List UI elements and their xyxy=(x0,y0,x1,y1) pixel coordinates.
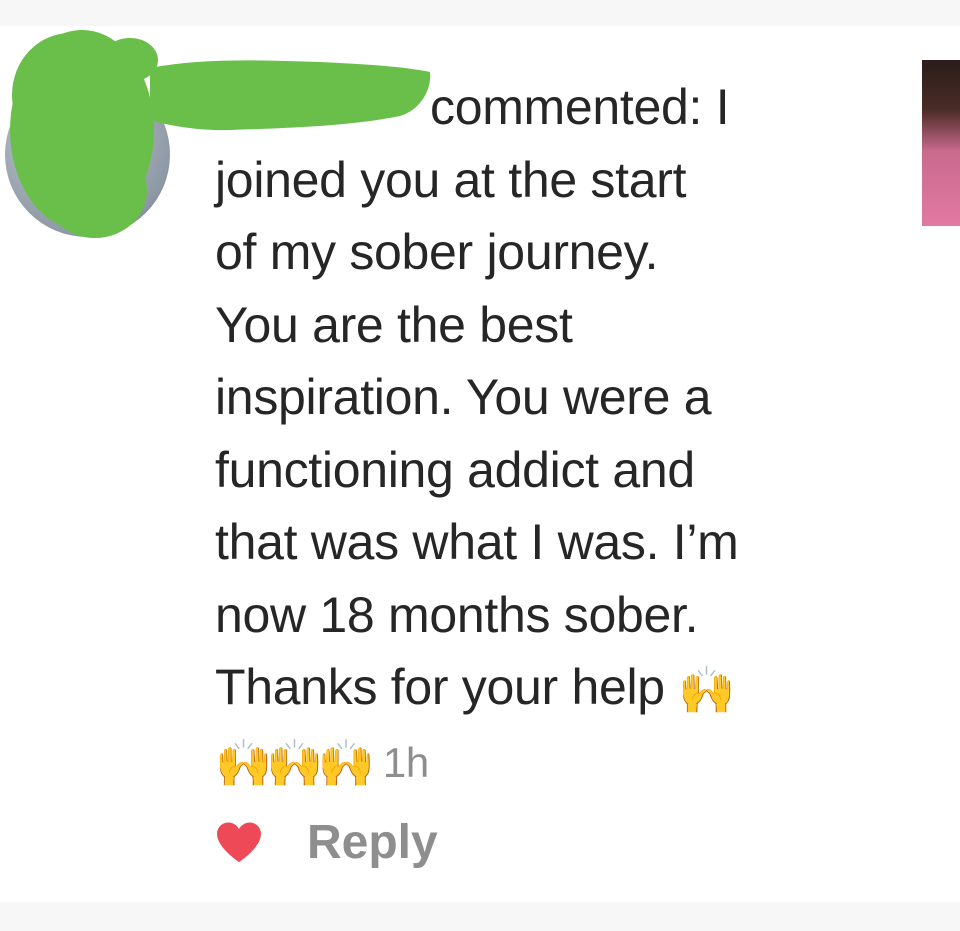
comment-line: now 18 months sober. xyxy=(215,586,699,643)
redaction-scribble xyxy=(10,30,431,238)
comment-actions: Reply xyxy=(215,812,438,872)
timestamp: 1h xyxy=(382,738,429,786)
comment-line: that was what I was. I’m xyxy=(215,514,739,570)
comment-line: functioning addict and xyxy=(215,441,695,498)
raising-hands-emoji-group: 🙌🙌🙌 xyxy=(215,735,375,790)
post-thumbnail[interactable] xyxy=(922,60,960,226)
heart-icon[interactable] xyxy=(215,818,263,866)
comment-line-last: Thanks for your help 🙌 xyxy=(215,651,895,724)
comment-line: You are the best xyxy=(215,296,573,353)
comment-line: inspiration. You were a xyxy=(215,369,712,425)
heart-icon-shape xyxy=(217,822,261,863)
emoji-row: 🙌🙌🙌 1h xyxy=(215,724,895,800)
bottom-band xyxy=(0,902,960,931)
reply-button[interactable]: Reply xyxy=(307,815,438,870)
comment-line-text: Thanks for your help xyxy=(215,659,665,715)
raising-hands-emoji: 🙌 xyxy=(678,663,735,717)
comment-verb: commented: I xyxy=(430,79,730,135)
